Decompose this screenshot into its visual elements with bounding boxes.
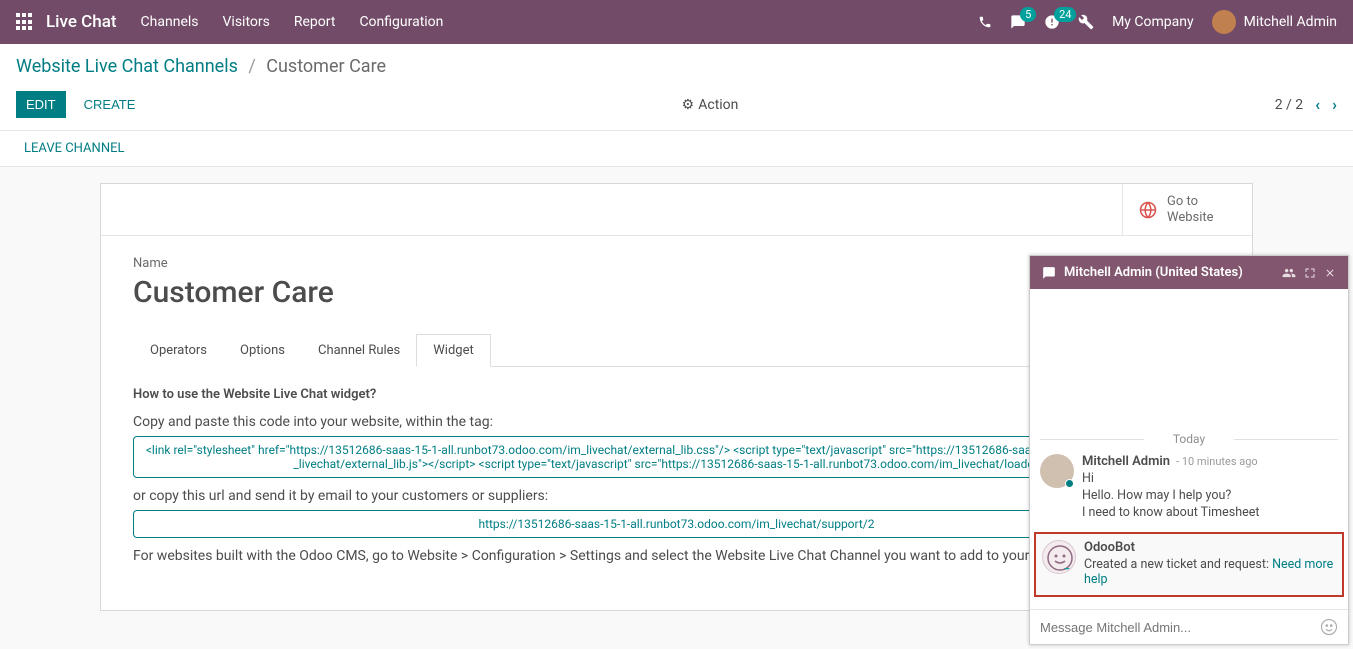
chat-panel: Mitchell Admin (United States) Today Mit… <box>1029 255 1349 645</box>
goto-website-button[interactable]: Go to Website <box>1122 184 1252 235</box>
msg-from: Mitchell Admin <box>1082 454 1170 469</box>
leave-channel-button[interactable]: Leave Channel <box>0 131 1353 167</box>
user-menu[interactable]: Mitchell Admin <box>1212 10 1337 34</box>
tab-options[interactable]: Options <box>223 334 302 367</box>
msg-line: Hi <box>1082 471 1259 486</box>
msg-line: Hello. How may I help you? <box>1082 488 1259 503</box>
activity-icon[interactable]: 24 <box>1044 14 1060 30</box>
breadcrumb-root[interactable]: Website Live Chat Channels <box>16 56 238 77</box>
chat-members-icon[interactable] <box>1282 266 1296 280</box>
chat-body: Today Mitchell Admin - 10 minutes ago Hi… <box>1030 289 1348 609</box>
messages-badge: 5 <box>1020 7 1036 22</box>
goto-website-label: Go to Website <box>1167 194 1227 225</box>
statusbar: Go to Website <box>101 184 1252 236</box>
create-button[interactable]: Create <box>74 91 146 118</box>
chat-expand-icon[interactable] <box>1304 267 1316 279</box>
user-name: Mitchell Admin <box>1244 14 1337 30</box>
activity-badge: 24 <box>1054 7 1076 22</box>
breadcrumb-sep: / <box>248 56 255 77</box>
chat-input[interactable] <box>1040 620 1312 635</box>
nav-configuration[interactable]: Configuration <box>359 14 443 30</box>
chat-title: Mitchell Admin (United States) <box>1064 265 1274 280</box>
breadcrumb-bar: Website Live Chat Channels / Customer Ca… <box>0 44 1353 85</box>
tab-channel-rules[interactable]: Channel Rules <box>301 334 417 367</box>
pager-prev[interactable]: ‹ <box>1315 95 1320 114</box>
msg-line: I need to know about Timesheet <box>1082 505 1259 520</box>
breadcrumb: Website Live Chat Channels / Customer Ca… <box>16 56 1337 77</box>
chat-close-icon[interactable] <box>1324 267 1336 279</box>
chat-message: Mitchell Admin - 10 minutes ago Hi Hello… <box>1040 454 1338 522</box>
tools-icon[interactable] <box>1078 14 1094 30</box>
msg-line: Created a new ticket and request: Need m… <box>1084 557 1336 587</box>
chat-input-bar <box>1030 609 1348 644</box>
chat-message-highlighted: OdooBot Created a new ticket and request… <box>1034 532 1344 597</box>
pager: 2 / 2 ‹ › <box>1275 95 1337 114</box>
chat-bubble-icon <box>1042 266 1056 280</box>
msg-time: - 10 minutes ago <box>1176 455 1258 468</box>
emoji-icon[interactable] <box>1320 618 1338 636</box>
tab-widget[interactable]: Widget <box>416 334 490 367</box>
company-name[interactable]: My Company <box>1112 14 1194 30</box>
phone-icon[interactable] <box>978 15 992 29</box>
msg-from: OdooBot <box>1084 540 1135 555</box>
nav-report[interactable]: Report <box>294 14 336 30</box>
msg-avatar-mitchell <box>1040 454 1074 488</box>
action-dropdown[interactable]: ⚙ Action <box>682 97 739 113</box>
breadcrumb-current: Customer Care <box>266 56 386 77</box>
nav-visitors[interactable]: Visitors <box>223 14 270 30</box>
nav-right: 5 24 My Company Mitchell Admin <box>978 10 1337 34</box>
nav-links: Channels Visitors Report Configuration <box>141 14 444 30</box>
brand-label[interactable]: Live Chat <box>46 12 117 32</box>
top-navbar: Live Chat Channels Visitors Report Confi… <box>0 0 1353 44</box>
user-avatar <box>1212 10 1236 34</box>
messages-icon[interactable]: 5 <box>1010 14 1026 30</box>
gear-icon: ⚙ <box>682 97 695 113</box>
tab-operators[interactable]: Operators <box>133 334 224 367</box>
pager-next[interactable]: › <box>1332 95 1337 114</box>
globe-icon <box>1139 201 1157 219</box>
action-bar: Edit Create ⚙ Action 2 / 2 ‹ › <box>0 85 1353 131</box>
apps-icon[interactable] <box>16 13 34 31</box>
msg-avatar-bot <box>1042 540 1076 574</box>
pager-count: 2 / 2 <box>1275 97 1303 113</box>
chat-header[interactable]: Mitchell Admin (United States) <box>1030 256 1348 289</box>
chat-day-label: Today <box>1040 432 1338 446</box>
edit-button[interactable]: Edit <box>16 91 66 118</box>
nav-channels[interactable]: Channels <box>141 14 199 30</box>
